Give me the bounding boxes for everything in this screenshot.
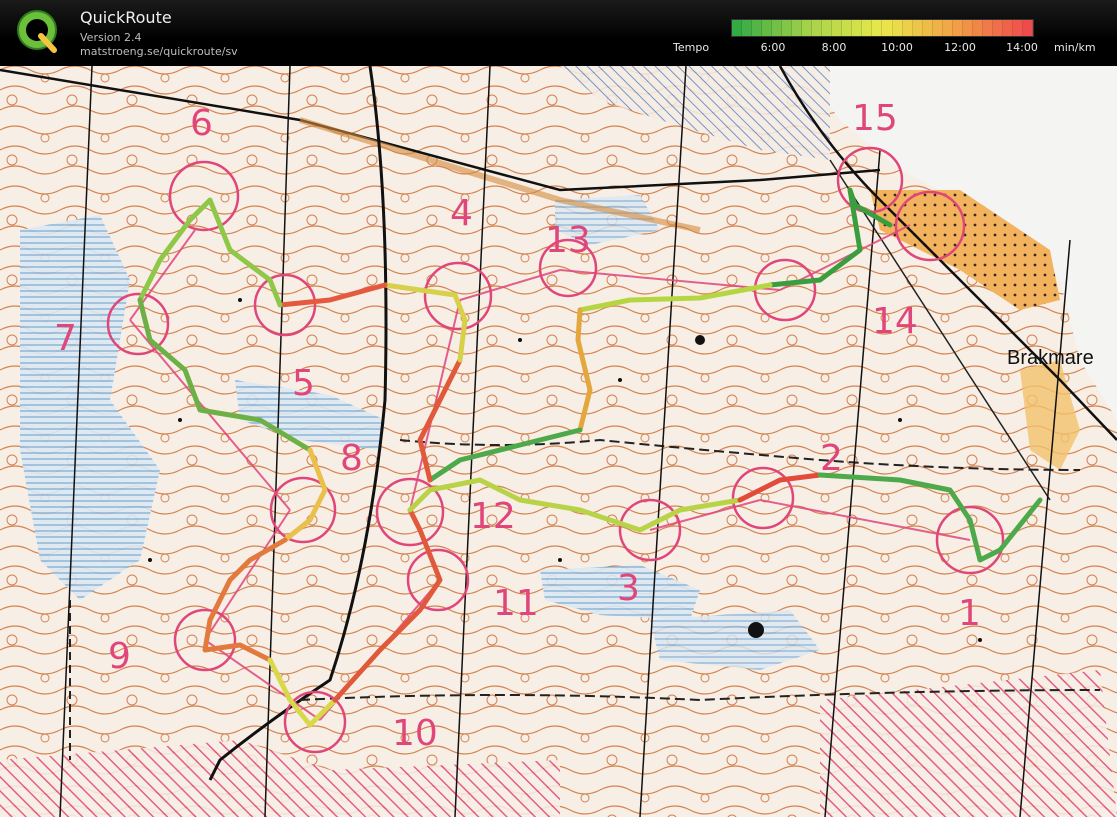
legend-unit: min/km (1054, 41, 1096, 54)
scale-segment (982, 20, 993, 36)
scale-segment (732, 20, 743, 36)
legend-tick: 12:00 (944, 41, 976, 54)
scale-segment (832, 20, 843, 36)
quickroute-logo-icon (17, 10, 57, 53)
app-url: matstroeng.se/quickroute/sv (80, 45, 238, 58)
scale-segment (892, 20, 903, 36)
scale-segment (772, 20, 783, 36)
tempo-color-scale (731, 19, 1034, 37)
place-label: Brakmare (1007, 347, 1094, 369)
scale-segment (862, 20, 873, 36)
scale-segment (912, 20, 923, 36)
legend-tick: 10:00 (881, 41, 913, 54)
scale-segment (972, 20, 983, 36)
scale-segment (1022, 20, 1033, 36)
scale-segment (922, 20, 933, 36)
scale-segment (1002, 20, 1013, 36)
scale-segment (752, 20, 763, 36)
control-number: 15 (852, 98, 898, 139)
control-number: 4 (450, 193, 473, 234)
scale-segment (792, 20, 803, 36)
legend-tick: 8:00 (821, 41, 847, 54)
app-version: Version 2.4 (80, 31, 142, 44)
control-number: 7 (54, 318, 77, 359)
scale-segment (952, 20, 963, 36)
scale-segment (812, 20, 823, 36)
scale-segment (902, 20, 913, 36)
scale-segment (1012, 20, 1023, 36)
control-number: 3 (617, 568, 640, 609)
header-bar: QuickRoute Version 2.4 matstroeng.se/qui… (0, 0, 1117, 66)
control-number: 12 (470, 496, 516, 537)
control-number: 14 (872, 301, 918, 342)
scale-segment (882, 20, 893, 36)
scale-segment (942, 20, 953, 36)
scale-segment (822, 20, 833, 36)
quickroute-window: QuickRoute Version 2.4 matstroeng.se/qui… (0, 0, 1117, 817)
scale-segment (872, 20, 883, 36)
legend-tick: 6:00 (760, 41, 786, 54)
control-number: 13 (545, 220, 591, 261)
control-number: 8 (340, 438, 363, 479)
scale-segment (962, 20, 973, 36)
scale-segment (802, 20, 813, 36)
legend-title: Tempo (673, 41, 710, 54)
scale-segment (782, 20, 793, 36)
orienteering-map[interactable]: 6 7 5 4 8 9 10 11 12 3 13 14 15 2 1 Brak… (0, 66, 1117, 817)
scale-segment (992, 20, 1003, 36)
scale-segment (742, 20, 753, 36)
control-number: 6 (190, 103, 213, 144)
control-number: 5 (292, 363, 315, 404)
legend-tick: 14:00 (1006, 41, 1038, 54)
control-number: 11 (493, 583, 539, 624)
scale-segment (852, 20, 863, 36)
scale-segment (842, 20, 853, 36)
control-number: 9 (108, 636, 131, 677)
scale-segment (762, 20, 773, 36)
control-number: 10 (392, 713, 438, 754)
app-name: QuickRoute (80, 8, 172, 27)
scale-segment (932, 20, 943, 36)
map-canvas[interactable]: 6 7 5 4 8 9 10 11 12 3 13 14 15 2 1 Brak… (0, 66, 1117, 817)
control-number: 1 (958, 593, 981, 634)
